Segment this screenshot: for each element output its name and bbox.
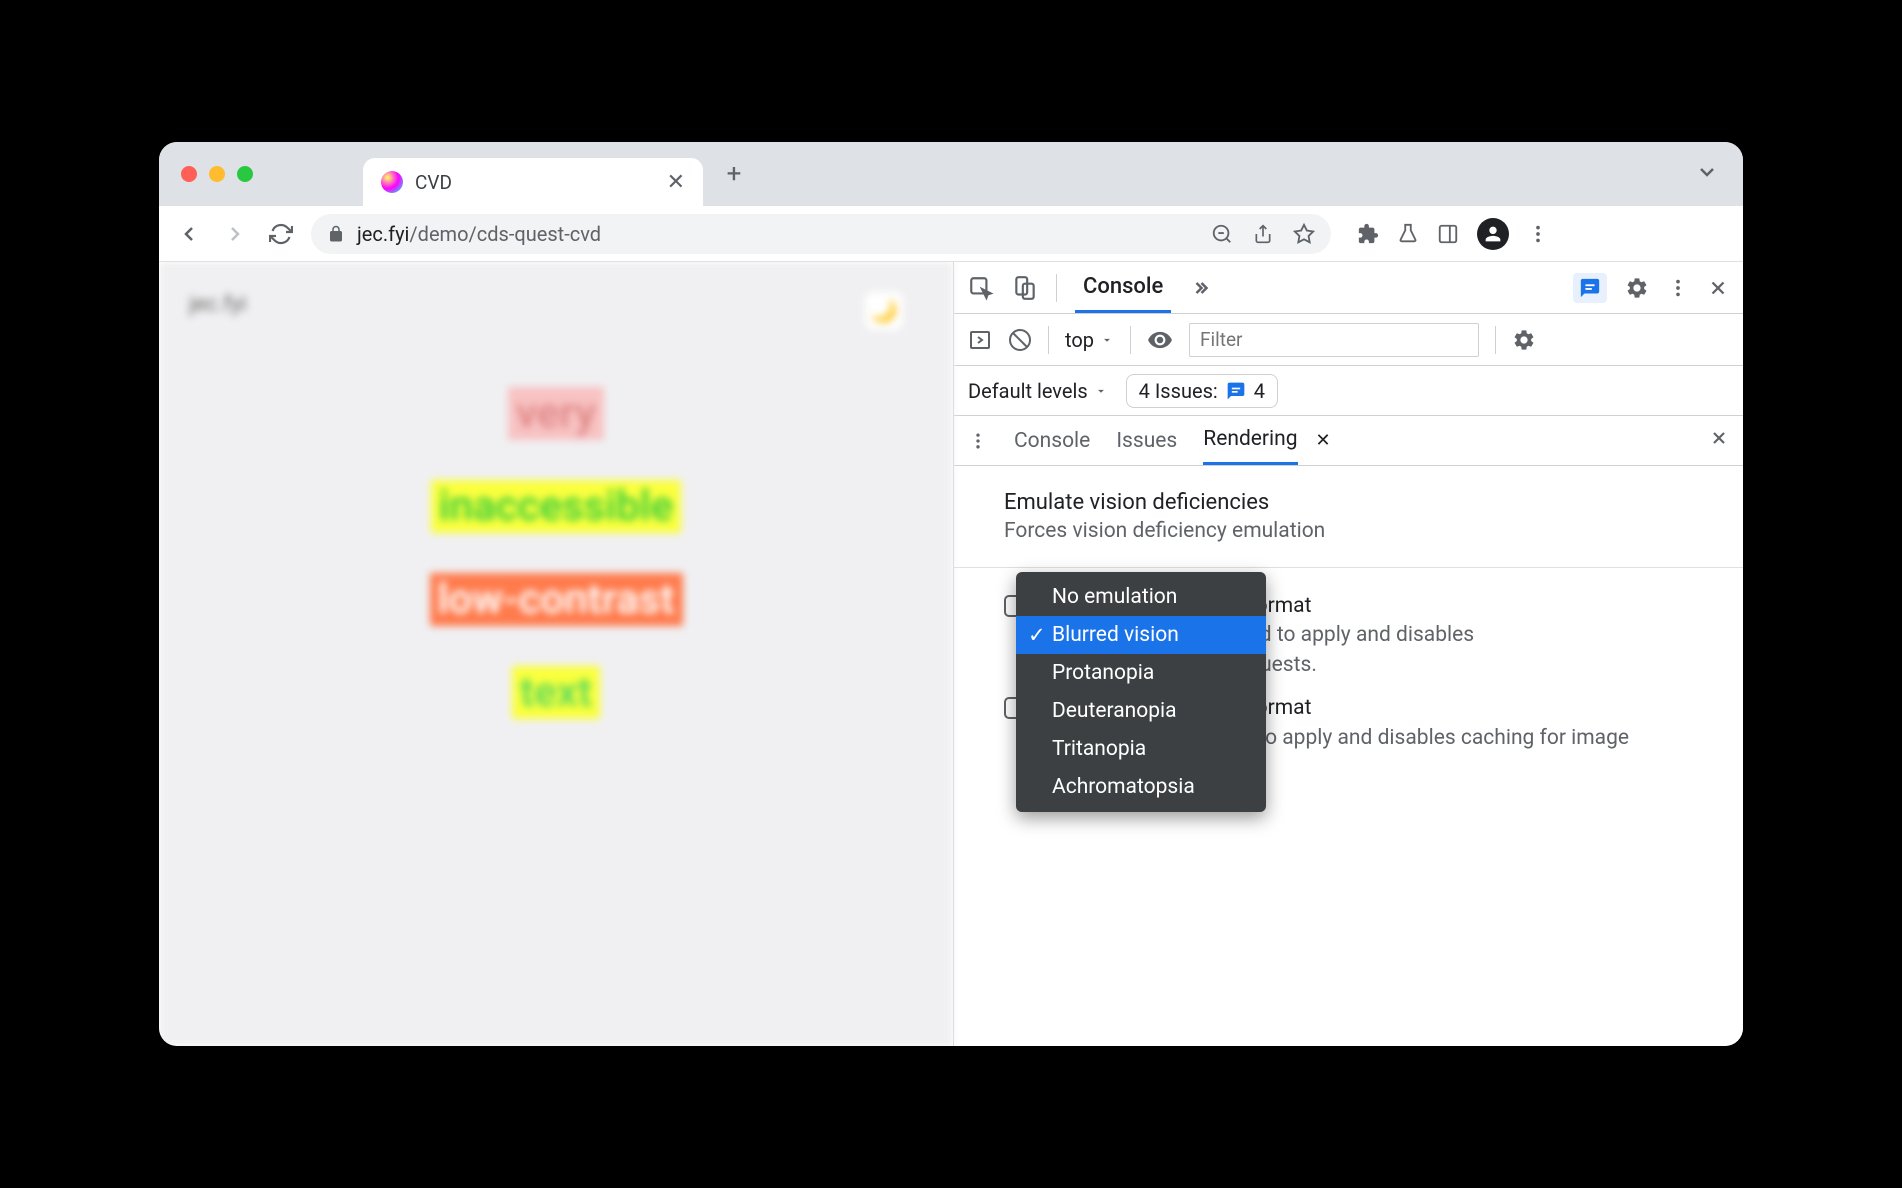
console-filters: Default levels 4 Issues: 4 xyxy=(954,366,1743,416)
toolbar: jec.fyi/demo/cds-quest-cvd xyxy=(159,206,1743,262)
devtools-top-bar: Console xyxy=(954,262,1743,314)
drawer-tab-issues[interactable]: Issues xyxy=(1116,416,1177,465)
page-content: very inaccessible low-contrast text xyxy=(189,387,923,719)
star-icon[interactable] xyxy=(1293,223,1315,245)
drawer-tab-bar: Console Issues Rendering ✕ xyxy=(954,416,1743,466)
url-text: jec.fyi/demo/cds-quest-cvd xyxy=(357,222,601,246)
dropdown-option[interactable]: No emulation xyxy=(1016,578,1266,616)
more-tabs-icon[interactable] xyxy=(1189,278,1209,298)
section-subtitle: Forces vision deficiency emulation xyxy=(1004,519,1693,543)
rendering-panel: Emulate vision deficiencies Forces visio… xyxy=(954,466,1743,1046)
zoom-out-icon[interactable] xyxy=(1211,223,1233,245)
tab-console[interactable]: Console xyxy=(1075,262,1171,313)
inspect-icon[interactable] xyxy=(968,275,994,301)
demo-word: inaccessible xyxy=(431,480,682,533)
dropdown-option[interactable]: Protanopia xyxy=(1016,654,1266,692)
drawer-tab-console[interactable]: Console xyxy=(1014,416,1090,465)
chat-icon xyxy=(1226,381,1246,401)
device-toggle-icon[interactable] xyxy=(1012,275,1038,301)
console-settings-icon[interactable] xyxy=(1512,328,1536,352)
check-icon: ✓ xyxy=(1028,623,1046,648)
close-drawer-icon[interactable] xyxy=(1709,428,1729,448)
issues-pill[interactable]: 4 Issues: 4 xyxy=(1126,374,1278,408)
browser-tab[interactable]: CVD ✕ xyxy=(363,158,703,206)
minimize-window-button[interactable] xyxy=(209,166,225,182)
drawer-tab-rendering[interactable]: Rendering xyxy=(1203,416,1297,465)
tab-title: CVD xyxy=(415,171,655,194)
sidepanel-icon[interactable] xyxy=(1437,223,1459,245)
tab-bar: CVD ✕ + xyxy=(159,142,1743,206)
log-levels-selector[interactable]: Default levels xyxy=(968,379,1108,403)
filter-input[interactable] xyxy=(1189,323,1479,357)
share-icon[interactable] xyxy=(1253,224,1273,244)
profile-avatar[interactable] xyxy=(1477,218,1509,250)
close-devtools-icon[interactable] xyxy=(1707,277,1729,299)
kebab-icon[interactable] xyxy=(1667,277,1689,299)
console-toolbar: top xyxy=(954,314,1743,366)
page-viewport: jec.fyi 🌙 very inaccessible low-contrast… xyxy=(159,262,953,1046)
demo-word: very xyxy=(508,387,604,440)
settings-icon[interactable] xyxy=(1625,276,1649,300)
page-site-title: jec.fyi xyxy=(189,292,923,317)
dropdown-option[interactable]: Tritanopia xyxy=(1016,730,1266,768)
back-button[interactable] xyxy=(173,218,205,250)
close-drawer-tab-icon[interactable]: ✕ xyxy=(1316,430,1331,451)
clear-console-icon[interactable] xyxy=(1008,328,1032,352)
demo-word: low-contrast xyxy=(430,573,683,626)
reload-button[interactable] xyxy=(265,218,297,250)
content-area: jec.fyi 🌙 very inaccessible low-contrast… xyxy=(159,262,1743,1046)
browser-window: CVD ✕ + jec.fyi/demo/cds-quest-cvd xyxy=(159,142,1743,1046)
dropdown-option[interactable]: Achromatopsia xyxy=(1016,768,1266,806)
context-selector[interactable]: top xyxy=(1065,328,1114,352)
section-title: Emulate vision deficiencies xyxy=(1004,490,1693,515)
menu-icon[interactable] xyxy=(1527,223,1549,245)
window-controls xyxy=(181,166,253,182)
lock-icon xyxy=(327,225,345,243)
close-window-button[interactable] xyxy=(181,166,197,182)
dropdown-option[interactable]: Deuteranopia xyxy=(1016,692,1266,730)
tabs-overflow-button[interactable] xyxy=(1695,160,1719,188)
labs-icon[interactable] xyxy=(1397,223,1419,245)
demo-word: text xyxy=(512,666,600,719)
issues-badge[interactable] xyxy=(1573,273,1607,303)
forward-button[interactable] xyxy=(219,218,251,250)
chevron-down-icon xyxy=(1100,333,1114,347)
omnibox-actions xyxy=(1211,223,1315,245)
dropdown-option[interactable]: ✓ Blurred vision xyxy=(1016,616,1266,654)
theme-toggle[interactable]: 🌙 xyxy=(865,292,903,330)
maximize-window-button[interactable] xyxy=(237,166,253,182)
new-tab-button[interactable]: + xyxy=(713,153,755,195)
vision-deficiency-dropdown[interactable]: No emulation ✓ Blurred vision Protanopia… xyxy=(1016,572,1266,812)
extensions-icon[interactable] xyxy=(1357,223,1379,245)
toolbar-actions xyxy=(1357,218,1549,250)
eye-icon[interactable] xyxy=(1147,327,1173,353)
drawer-menu-icon[interactable] xyxy=(968,431,988,451)
address-bar[interactable]: jec.fyi/demo/cds-quest-cvd xyxy=(311,214,1331,254)
sidebar-toggle-icon[interactable] xyxy=(968,328,992,352)
close-tab-button[interactable]: ✕ xyxy=(667,170,685,195)
devtools-panel: Console top xyxy=(953,262,1743,1046)
favicon-icon xyxy=(381,171,403,193)
chevron-down-icon xyxy=(1094,384,1108,398)
